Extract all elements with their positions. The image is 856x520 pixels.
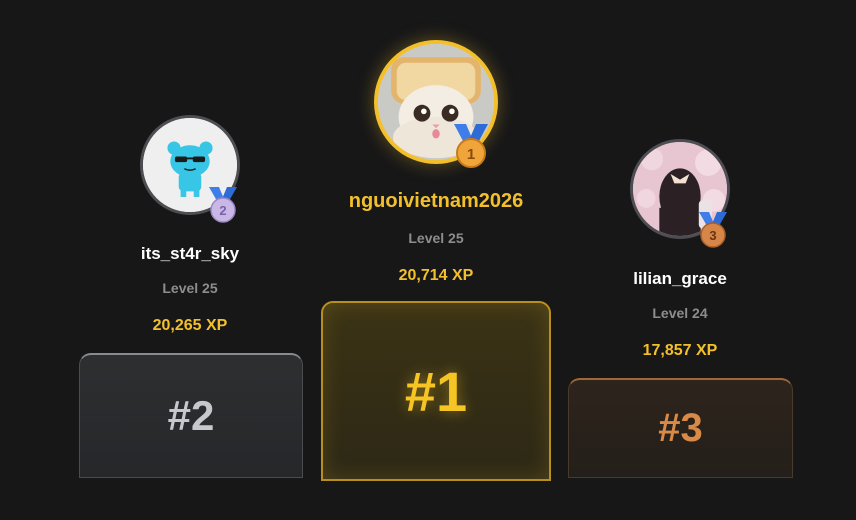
svg-text:1: 1 — [467, 146, 475, 163]
xp-second-place: 20,265 XP — [152, 317, 228, 334]
svg-text:3: 3 — [709, 228, 716, 243]
rank-label-third: #3 — [658, 406, 703, 450]
silver-medal-icon: 2 — [205, 185, 241, 225]
podium-third-place: #3 — [568, 378, 793, 478]
level-first-place: Level 25 — [408, 230, 464, 246]
level-second-place: Level 25 — [162, 280, 218, 296]
bronze-medal-icon: 3 — [695, 210, 731, 250]
username-third-place[interactable]: lilian_grace — [550, 269, 810, 289]
podium-second-place: #2 — [79, 353, 303, 478]
username-second-place[interactable]: its_st4r_sky — [60, 244, 320, 264]
gold-medal-icon: 1 — [450, 122, 492, 170]
podium-first-place: #1 — [321, 301, 551, 481]
xp-third-place: 17,857 XP — [642, 342, 718, 359]
username-first-place[interactable]: nguoivietnam2026 — [306, 190, 566, 213]
level-third-place: Level 24 — [652, 305, 708, 321]
rank-label-first: #1 — [404, 359, 468, 423]
xp-first-place: 20,714 XP — [398, 267, 474, 284]
leaderboard-podium: 2 its_st4r_sky Level 25 20,265 XP #2 1 n… — [0, 0, 856, 520]
svg-text:2: 2 — [219, 203, 226, 218]
rank-label-second: #2 — [167, 392, 215, 439]
